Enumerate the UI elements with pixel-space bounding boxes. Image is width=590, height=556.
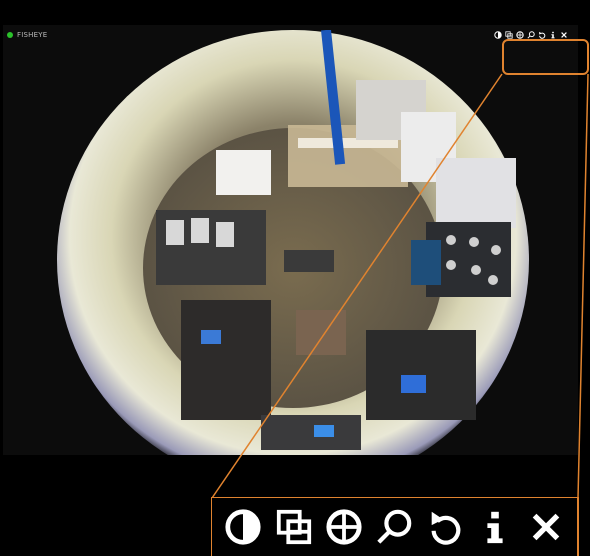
refresh-icon xyxy=(538,31,545,39)
camera-tile[interactable]: FISHEYE xyxy=(3,25,578,455)
fisheye-video-feed[interactable] xyxy=(56,30,530,455)
globe-icon xyxy=(326,509,362,545)
windows-button[interactable] xyxy=(274,505,314,549)
info-button[interactable] xyxy=(548,29,557,41)
close-icon xyxy=(532,513,560,541)
windows-icon xyxy=(276,509,311,545)
info-icon xyxy=(550,31,555,39)
search-icon xyxy=(377,509,412,544)
callout-line-right xyxy=(577,73,589,499)
camera-label: FISHEYE xyxy=(7,29,47,41)
info-icon xyxy=(487,511,503,544)
refresh-button[interactable] xyxy=(425,505,465,549)
camera-toolbar-zoomed xyxy=(212,498,577,556)
contrast-button[interactable] xyxy=(223,505,263,549)
close-button[interactable] xyxy=(559,29,568,41)
camera-viewer: FISHEYE xyxy=(0,0,590,556)
globe-button[interactable] xyxy=(324,505,364,549)
close-icon xyxy=(560,32,567,38)
close-button[interactable] xyxy=(526,505,566,549)
status-dot xyxy=(7,32,13,38)
contrast-icon xyxy=(225,509,261,545)
search-button[interactable] xyxy=(374,505,414,549)
refresh-button[interactable] xyxy=(537,29,546,41)
refresh-icon xyxy=(431,511,461,545)
camera-name: FISHEYE xyxy=(17,31,48,39)
info-button[interactable] xyxy=(475,505,515,549)
